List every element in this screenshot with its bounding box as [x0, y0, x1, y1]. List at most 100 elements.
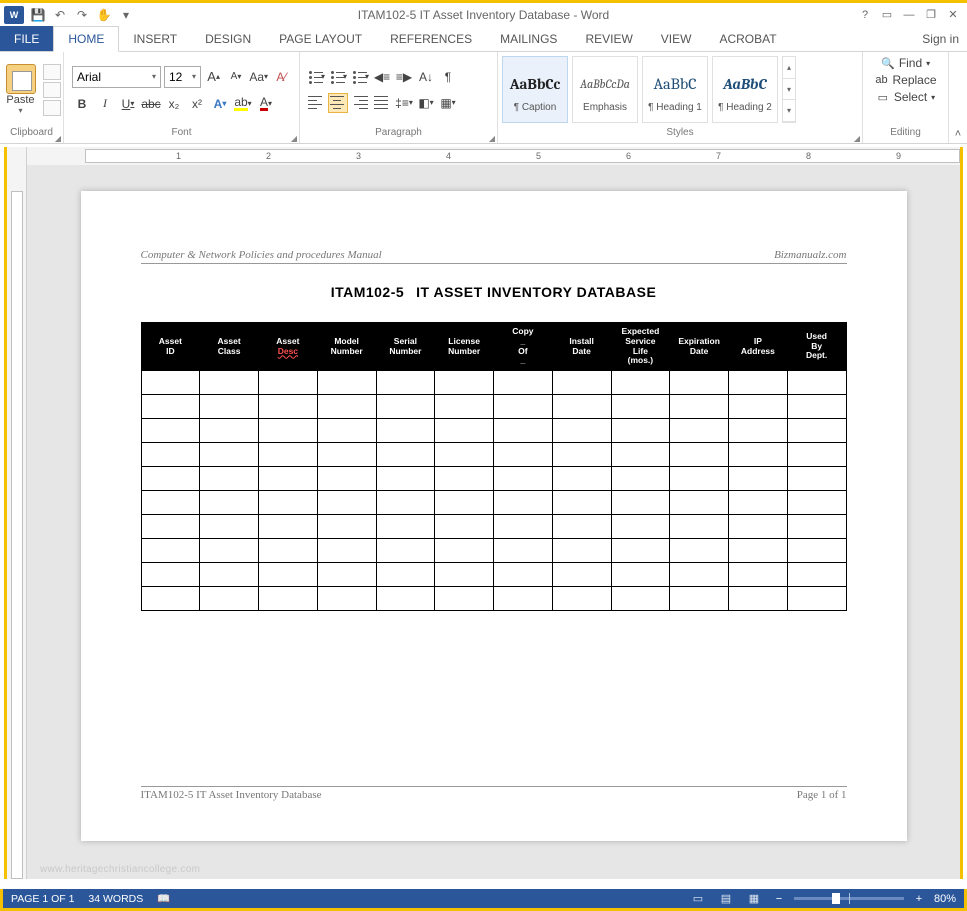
table-cell[interactable] — [611, 491, 670, 515]
replace-button[interactable]: abReplace — [874, 73, 936, 87]
paragraph-launcher-icon[interactable]: ◢ — [489, 134, 495, 143]
table-cell[interactable] — [787, 419, 846, 443]
table-cell[interactable] — [611, 539, 670, 563]
table-cell[interactable] — [729, 467, 788, 491]
table-cell[interactable] — [611, 467, 670, 491]
table-cell[interactable] — [670, 395, 729, 419]
table-cell[interactable] — [670, 539, 729, 563]
status-proofing-icon[interactable]: 📖 — [157, 892, 170, 905]
table-cell[interactable] — [317, 467, 376, 491]
tab-view[interactable]: VIEW — [647, 26, 706, 51]
table-cell[interactable] — [611, 563, 670, 587]
select-button[interactable]: ▭Select▾ — [876, 90, 935, 104]
col-header[interactable]: LicenseNumber — [435, 323, 494, 371]
table-cell[interactable] — [259, 371, 318, 395]
table-cell[interactable] — [141, 419, 200, 443]
numbering-button[interactable]: ▾ — [328, 67, 348, 87]
table-cell[interactable] — [729, 491, 788, 515]
touch-mode-icon[interactable]: ✋ — [96, 7, 112, 23]
col-header[interactable]: ExpirationDate — [670, 323, 729, 371]
table-cell[interactable] — [376, 515, 435, 539]
table-cell[interactable] — [435, 563, 494, 587]
table-cell[interactable] — [200, 491, 259, 515]
grow-font-button[interactable]: A▴ — [204, 67, 223, 87]
read-mode-button[interactable]: ▭ — [688, 891, 708, 907]
table-cell[interactable] — [552, 467, 611, 491]
col-header[interactable]: ExpectedServiceLife(mos.) — [611, 323, 670, 371]
table-row[interactable] — [141, 443, 846, 467]
table-row[interactable] — [141, 395, 846, 419]
document-title[interactable]: ITAM102-5IT ASSET INVENTORY DATABASE — [141, 284, 847, 300]
zoom-slider[interactable] — [794, 897, 904, 900]
redo-icon[interactable]: ↷ — [74, 7, 90, 23]
table-row[interactable] — [141, 371, 846, 395]
table-cell[interactable] — [435, 395, 494, 419]
table-cell[interactable] — [141, 443, 200, 467]
sort-button[interactable]: A↓ — [416, 67, 436, 87]
table-cell[interactable] — [787, 395, 846, 419]
styles-launcher-icon[interactable]: ◢ — [854, 134, 860, 143]
sign-in-link[interactable]: Sign in — [914, 26, 967, 51]
table-row[interactable] — [141, 515, 846, 539]
decrease-indent-button[interactable]: ◀≡ — [372, 67, 392, 87]
table-cell[interactable] — [317, 395, 376, 419]
tab-design[interactable]: DESIGN — [191, 26, 265, 51]
table-cell[interactable] — [200, 443, 259, 467]
table-cell[interactable] — [611, 515, 670, 539]
table-cell[interactable] — [435, 419, 494, 443]
vertical-ruler[interactable] — [7, 147, 27, 879]
table-cell[interactable] — [787, 467, 846, 491]
table-cell[interactable] — [141, 371, 200, 395]
table-cell[interactable] — [729, 395, 788, 419]
table-cell[interactable] — [317, 491, 376, 515]
table-cell[interactable] — [611, 443, 670, 467]
table-cell[interactable] — [787, 539, 846, 563]
format-painter-icon[interactable] — [43, 100, 61, 116]
table-cell[interactable] — [787, 515, 846, 539]
increase-indent-button[interactable]: ≡▶ — [394, 67, 414, 87]
style-h1[interactable]: AaBbC¶ Heading 1 — [642, 56, 708, 123]
print-layout-button[interactable]: ▤ — [716, 891, 736, 907]
table-cell[interactable] — [200, 563, 259, 587]
col-header[interactable]: AssetDesc — [259, 323, 318, 371]
table-cell[interactable] — [787, 491, 846, 515]
table-cell[interactable] — [729, 587, 788, 611]
close-button[interactable]: ✕ — [943, 7, 963, 23]
table-cell[interactable] — [552, 491, 611, 515]
table-cell[interactable] — [494, 419, 553, 443]
bullets-button[interactable]: ▾ — [306, 67, 326, 87]
table-cell[interactable] — [787, 443, 846, 467]
table-cell[interactable] — [670, 371, 729, 395]
superscript-button[interactable]: x² — [187, 94, 207, 114]
table-cell[interactable] — [494, 587, 553, 611]
table-cell[interactable] — [317, 371, 376, 395]
table-cell[interactable] — [494, 539, 553, 563]
tab-insert[interactable]: INSERT — [119, 26, 191, 51]
table-row[interactable] — [141, 563, 846, 587]
col-header[interactable]: UsedByDept. — [787, 323, 846, 371]
table-cell[interactable] — [787, 587, 846, 611]
save-icon[interactable]: 💾 — [30, 7, 46, 23]
minimize-button[interactable]: — — [899, 7, 919, 23]
table-cell[interactable] — [141, 587, 200, 611]
justify-button[interactable] — [372, 93, 392, 113]
table-cell[interactable] — [376, 443, 435, 467]
table-row[interactable] — [141, 419, 846, 443]
document-scroll[interactable]: Computer & Network Policies and procedur… — [27, 165, 960, 879]
table-cell[interactable] — [670, 467, 729, 491]
tab-home[interactable]: HOME — [53, 26, 119, 52]
tab-references[interactable]: REFERENCES — [376, 26, 486, 51]
table-cell[interactable] — [259, 539, 318, 563]
status-page[interactable]: PAGE 1 OF 1 — [11, 893, 74, 905]
font-name-combo[interactable]: Arial▾ — [72, 66, 161, 88]
table-cell[interactable] — [552, 371, 611, 395]
table-cell[interactable] — [670, 563, 729, 587]
table-cell[interactable] — [200, 395, 259, 419]
table-cell[interactable] — [376, 419, 435, 443]
table-cell[interactable] — [552, 587, 611, 611]
table-cell[interactable] — [494, 515, 553, 539]
table-cell[interactable] — [317, 443, 376, 467]
col-header[interactable]: IPAddress — [729, 323, 788, 371]
tab-acrobat[interactable]: ACROBAT — [705, 26, 790, 51]
table-cell[interactable] — [200, 419, 259, 443]
